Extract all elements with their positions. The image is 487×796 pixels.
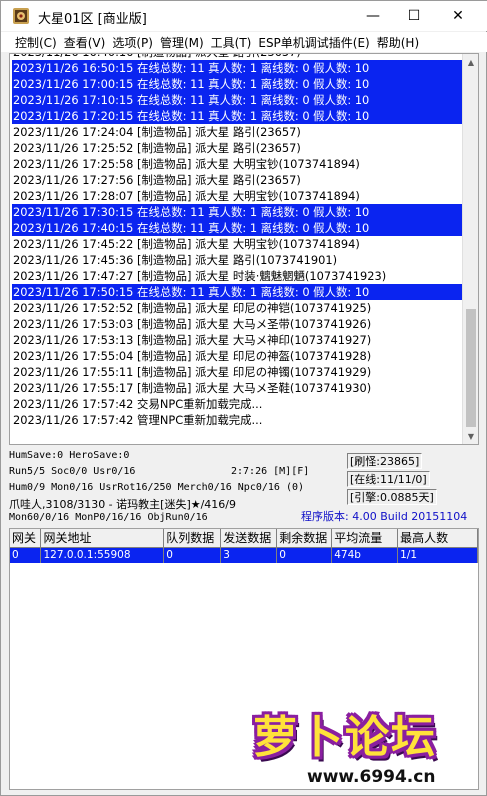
cell-avg-flow: 474b bbox=[331, 547, 399, 563]
gateway-table: 网关 网关地址 队列数据 发送数据 剩余数据 平均流量 最高人数 0 127.0… bbox=[10, 529, 478, 563]
col-address[interactable]: 网关地址 bbox=[40, 529, 165, 548]
log-line[interactable]: 2023/11/26 17:55:11 [制造物品] 派大星 印尼の神镯(107… bbox=[12, 364, 464, 380]
log-line[interactable]: 2023/11/26 17:57:42 管理NPC重新加载完成... bbox=[12, 412, 464, 428]
log-line[interactable]: 2023/11/26 17:20:15 在线总数: 11 真人数: 1 离线数:… bbox=[12, 108, 464, 124]
log-line[interactable]: 2023/11/26 16:40:16 [制造物品] 派大星 路引(23657) bbox=[12, 54, 464, 60]
col-avg-flow[interactable]: 平均流量 bbox=[331, 529, 399, 548]
menu-esp-plugin[interactable]: ESP单机调试插件(E) bbox=[258, 34, 369, 51]
log-line[interactable]: 2023/11/26 17:10:15 在线总数: 11 真人数: 1 离线数:… bbox=[12, 92, 464, 108]
log-line[interactable]: 2023/11/26 17:53:13 [制造物品] 派大星 大马メ神印(107… bbox=[12, 332, 464, 348]
col-queue[interactable]: 队列数据 bbox=[163, 529, 222, 548]
log-list[interactable]: 2023/11/26 16:40:16 [制造物品] 派大星 路引(23657)… bbox=[12, 54, 464, 428]
col-remaining[interactable]: 剩余数据 bbox=[276, 529, 333, 548]
col-sent[interactable]: 发送数据 bbox=[220, 529, 278, 548]
scroll-thumb[interactable] bbox=[466, 309, 476, 427]
title-bar[interactable]: 大星01区 [商业版] — ☐ ✕ bbox=[1, 1, 487, 31]
col-gateway[interactable]: 网关 bbox=[10, 529, 42, 548]
close-button[interactable]: ✕ bbox=[435, 1, 481, 31]
log-line[interactable]: 2023/11/26 17:24:04 [制造物品] 派大星 路引(23657) bbox=[12, 124, 464, 140]
minimize-icon: — bbox=[366, 8, 380, 24]
status-mon: Mon60/0/16 MonP0/16/16 ObjRun0/16 bbox=[9, 512, 208, 523]
menu-help[interactable]: 帮助(H) bbox=[377, 34, 419, 51]
log-line[interactable]: 2023/11/26 17:30:15 在线总数: 11 真人数: 1 离线数:… bbox=[12, 204, 464, 220]
version-label: 程序版本: 4.00 Build 20151104 bbox=[301, 510, 468, 523]
log-line[interactable]: 2023/11/26 17:50:15 在线总数: 11 真人数: 1 离线数:… bbox=[12, 284, 464, 300]
log-line[interactable]: 2023/11/26 17:40:15 在线总数: 11 真人数: 1 离线数:… bbox=[12, 220, 464, 236]
status-player: 爪哇人,3108/3130 - 诺玛教主[迷失]★/416/9 bbox=[9, 498, 237, 511]
menu-view[interactable]: 查看(V) bbox=[64, 34, 106, 51]
status-online: [在线:11/11/0] bbox=[347, 471, 430, 487]
status-engine: [引擎:0.0885天] bbox=[347, 489, 437, 505]
log-line[interactable]: 2023/11/26 17:55:04 [制造物品] 派大星 印尼の神盔(107… bbox=[12, 348, 464, 364]
close-icon: ✕ bbox=[452, 8, 464, 24]
cell-queue: 0 bbox=[163, 547, 222, 563]
status-run: Run5/5 Soc0/0 Usr0/16 bbox=[9, 466, 136, 477]
cell-max-users: 1/1 bbox=[397, 547, 478, 563]
maximize-button[interactable]: ☐ bbox=[391, 1, 437, 31]
status-refresh: [刷怪:23865] bbox=[347, 453, 423, 469]
maximize-icon: ☐ bbox=[407, 8, 421, 24]
app-window: 大星01区 [商业版] — ☐ ✕ 控制(C) 查看(V) 选项(P) 管理(M… bbox=[0, 0, 487, 796]
status-panel: HumSave:0 HeroSave:0 Run5/5 Soc0/0 Usr0/… bbox=[9, 447, 479, 527]
scroll-up-icon[interactable]: ▲ bbox=[463, 54, 478, 70]
log-line[interactable]: 2023/11/26 17:00:15 在线总数: 11 真人数: 1 离线数:… bbox=[12, 76, 464, 92]
menu-bar: 控制(C) 查看(V) 选项(P) 管理(M) 工具(T) ESP单机调试插件(… bbox=[1, 32, 487, 52]
log-line[interactable]: 2023/11/26 17:57:42 交易NPC重新加载完成... bbox=[12, 396, 464, 412]
app-icon bbox=[13, 8, 29, 24]
status-humsave: HumSave:0 HeroSave:0 bbox=[9, 450, 130, 461]
menu-manage[interactable]: 管理(M) bbox=[160, 34, 204, 51]
log-line[interactable]: 2023/11/26 17:47:27 [制造物品] 派大星 时装·魑魅魍魉(1… bbox=[12, 268, 464, 284]
log-line[interactable]: 2023/11/26 17:25:58 [制造物品] 派大星 大明宝钞(1073… bbox=[12, 156, 464, 172]
log-line[interactable]: 2023/11/26 16:50:15 在线总数: 11 真人数: 1 离线数:… bbox=[12, 60, 464, 76]
cell-gateway: 0 bbox=[10, 547, 42, 563]
table-row[interactable]: 0 127.0.0.1:55908 0 3 0 474b 1/1 bbox=[10, 547, 478, 563]
forum-watermark-logo: 萝卜论坛 www.6994.cn bbox=[241, 701, 481, 793]
log-line[interactable]: 2023/11/26 17:45:22 [制造物品] 派大星 大明宝钞(1073… bbox=[12, 236, 464, 252]
scroll-down-icon[interactable]: ▼ bbox=[463, 428, 478, 444]
log-panel[interactable]: 2023/11/26 16:40:16 [制造物品] 派大星 路引(23657)… bbox=[9, 53, 479, 445]
grid-header-row: 网关 网关地址 队列数据 发送数据 剩余数据 平均流量 最高人数 bbox=[10, 529, 478, 548]
logo-text: 萝卜论坛 bbox=[253, 712, 437, 763]
cell-address: 127.0.0.1:55908 bbox=[40, 547, 165, 563]
log-line[interactable]: 2023/11/26 17:25:52 [制造物品] 派大星 路引(23657) bbox=[12, 140, 464, 156]
status-hum: Hum0/9 Mon0/16 UsrRot16/250 Merch0/16 Np… bbox=[9, 482, 305, 493]
log-line[interactable]: 2023/11/26 17:52:52 [制造物品] 派大星 印尼の神铠(107… bbox=[12, 300, 464, 316]
log-line[interactable]: 2023/11/26 17:55:17 [制造物品] 派大星 大马メ圣鞋(107… bbox=[12, 380, 464, 396]
log-line[interactable]: 2023/11/26 17:27:56 [制造物品] 派大星 路引(23657) bbox=[12, 172, 464, 188]
log-line[interactable]: 2023/11/26 17:53:03 [制造物品] 派大星 大马メ圣带(107… bbox=[12, 316, 464, 332]
status-timer: 2:7:26 [M][F] bbox=[231, 466, 310, 477]
log-line[interactable]: 2023/11/26 17:45:36 [制造物品] 派大星 路引(107374… bbox=[12, 252, 464, 268]
logo-url: www.6994.cn bbox=[307, 767, 436, 787]
log-line[interactable]: 2023/11/26 17:28:07 [制造物品] 派大星 大明宝钞(1073… bbox=[12, 188, 464, 204]
menu-tools[interactable]: 工具(T) bbox=[211, 34, 252, 51]
col-max-users[interactable]: 最高人数 bbox=[397, 529, 478, 548]
window-title: 大星01区 [商业版] bbox=[38, 12, 147, 27]
log-scrollbar[interactable]: ▲ ▼ bbox=[462, 54, 478, 444]
menu-options[interactable]: 选项(P) bbox=[112, 34, 153, 51]
menu-control[interactable]: 控制(C) bbox=[15, 34, 57, 51]
cell-sent: 3 bbox=[220, 547, 278, 563]
minimize-button[interactable]: — bbox=[350, 1, 396, 31]
cell-remaining: 0 bbox=[276, 547, 333, 563]
